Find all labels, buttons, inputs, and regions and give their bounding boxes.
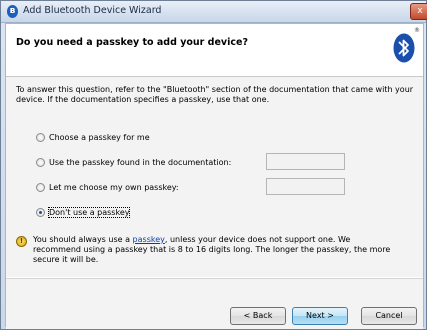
wizard-body: To answer this question, refer to the "B… [6,77,423,277]
title-bar[interactable]: ʙ Add Bluetooth Device Wizard x [1,1,427,23]
radio-no-passkey[interactable] [36,208,45,217]
documentation-passkey-input[interactable] [266,153,345,170]
bluetooth-title-icon: ʙ [7,5,18,18]
own-passkey-input[interactable] [266,178,345,195]
wizard-content: Do you need a passkey to add your device… [5,23,424,329]
radio-documentation-passkey[interactable] [36,158,45,167]
option-label[interactable]: Don't use a passkey [47,207,131,218]
intro-text: To answer this question, refer to the "B… [16,85,414,104]
registered-mark: ® [414,27,420,34]
radio-choose-passkey[interactable] [36,133,45,142]
button-bar: < Back Next > Cancel [6,278,423,329]
info-text: You should always use a passkey, unless … [33,235,393,265]
option-label[interactable]: Choose a passkey for me [49,133,150,142]
next-button[interactable]: Next > [292,307,348,325]
info-text-before: You should always use a [33,235,133,244]
option-label[interactable]: Use the passkey found in the documentati… [49,158,231,167]
wizard-window: ʙ Add Bluetooth Device Wizard x Do you n… [0,0,427,330]
back-button[interactable]: < Back [230,307,286,325]
option-label[interactable]: Let me choose my own passkey: [49,183,179,192]
cancel-button[interactable]: Cancel [361,307,417,325]
shield-warning-icon: ! [16,236,27,247]
passkey-link[interactable]: passkey [133,235,165,244]
radio-own-passkey[interactable] [36,183,45,192]
wizard-header: Do you need a passkey to add your device… [6,24,423,77]
bluetooth-icon [393,33,415,63]
page-title: Do you need a passkey to add your device… [16,37,248,48]
window-title: Add Bluetooth Device Wizard [23,5,162,16]
close-button[interactable]: x [410,3,427,20]
